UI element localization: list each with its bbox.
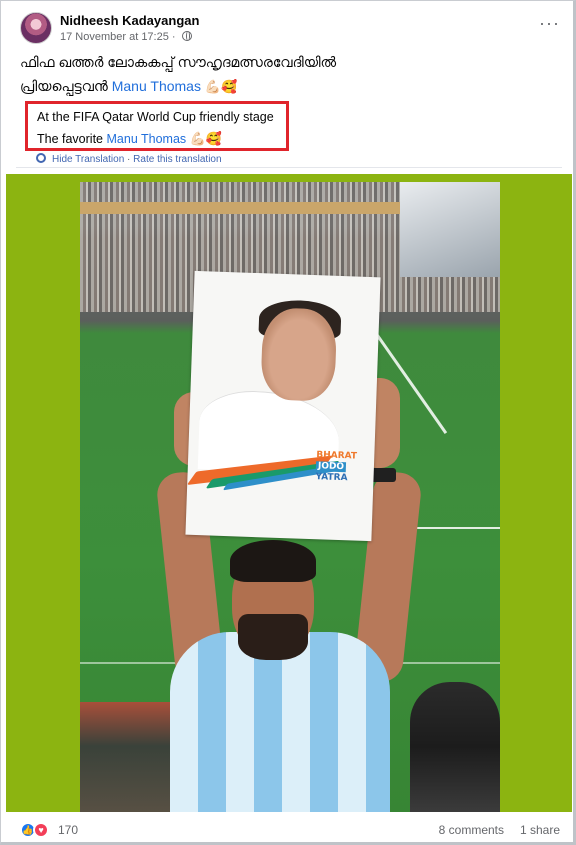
mention-link[interactable]: Manu Thomas <box>112 78 201 94</box>
crowd-left <box>80 702 170 812</box>
author-name[interactable]: Nidheesh Kadayangan <box>60 13 199 28</box>
placard-logo-line2: JODO <box>315 461 347 473</box>
placard-portrait-face <box>260 307 338 402</box>
stadium-roof <box>400 182 500 277</box>
placard-logo: BHARAT JODO YATRA <box>315 450 366 485</box>
post-timestamp[interactable]: 17 November at 17:25 <box>60 31 169 43</box>
comments-count-link[interactable]: 8 comments <box>439 823 504 837</box>
globe-icon <box>181 31 192 41</box>
translation-emojis: 💪🏻🥰 <box>189 131 223 146</box>
post-photo-container[interactable]: BHARAT JODO YATRA <box>6 174 572 812</box>
placard-logo-line3: YATRA <box>315 472 348 484</box>
translation-mention-link[interactable]: Manu Thomas <box>107 132 187 146</box>
post-text-line1: ഫിഫ ഖത്തർ ലോകകപ്പ് സൗഹൃദമത്സരവേദിയിൽ <box>20 54 337 70</box>
placard: BHARAT JODO YATRA <box>185 270 381 542</box>
translation-box: At the FIFA Qatar World Cup friendly sta… <box>25 101 289 151</box>
post-photo[interactable]: BHARAT JODO YATRA <box>80 182 500 812</box>
reactions-count[interactable]: 170 <box>58 823 78 837</box>
crowd-right <box>410 682 500 812</box>
more-options-button[interactable]: ··· <box>539 14 560 32</box>
post-meta: 17 November at 17:25 · <box>60 31 192 43</box>
shares-count-link[interactable]: 1 share <box>520 823 560 837</box>
post-text-line2: പ്രിയപ്പെട്ടവൻ Manu Thomas 💪🏻🥰 <box>20 74 560 99</box>
love-reaction-icon[interactable]: ♥ <box>33 822 49 838</box>
post-footer: 👍 ♥ 170 8 comments 1 share <box>16 820 560 840</box>
man-hair <box>230 540 316 582</box>
translation-line1: At the FIFA Qatar World Cup friendly sta… <box>37 110 274 124</box>
man-beard <box>238 614 308 660</box>
translation-line2: The favorite Manu Thomas 💪🏻🥰 <box>37 128 286 150</box>
gear-icon[interactable] <box>36 153 46 163</box>
post-text: ഫിഫ ഖത്തർ ലോകകപ്പ് സൗഹൃദമത്സരവേദിയിൽ പ്ര… <box>20 50 560 99</box>
translation-prefix: The favorite <box>37 132 104 146</box>
post-emojis: 💪🏻🥰 <box>204 79 238 94</box>
meta-separator: · <box>171 31 179 43</box>
divider <box>16 164 562 168</box>
post-text-prefix: പ്രിയപ്പെട്ടവൻ <box>20 78 108 94</box>
post-header: Nidheesh Kadayangan 17 November at 17:25… <box>16 12 560 48</box>
author-avatar[interactable] <box>20 12 52 44</box>
